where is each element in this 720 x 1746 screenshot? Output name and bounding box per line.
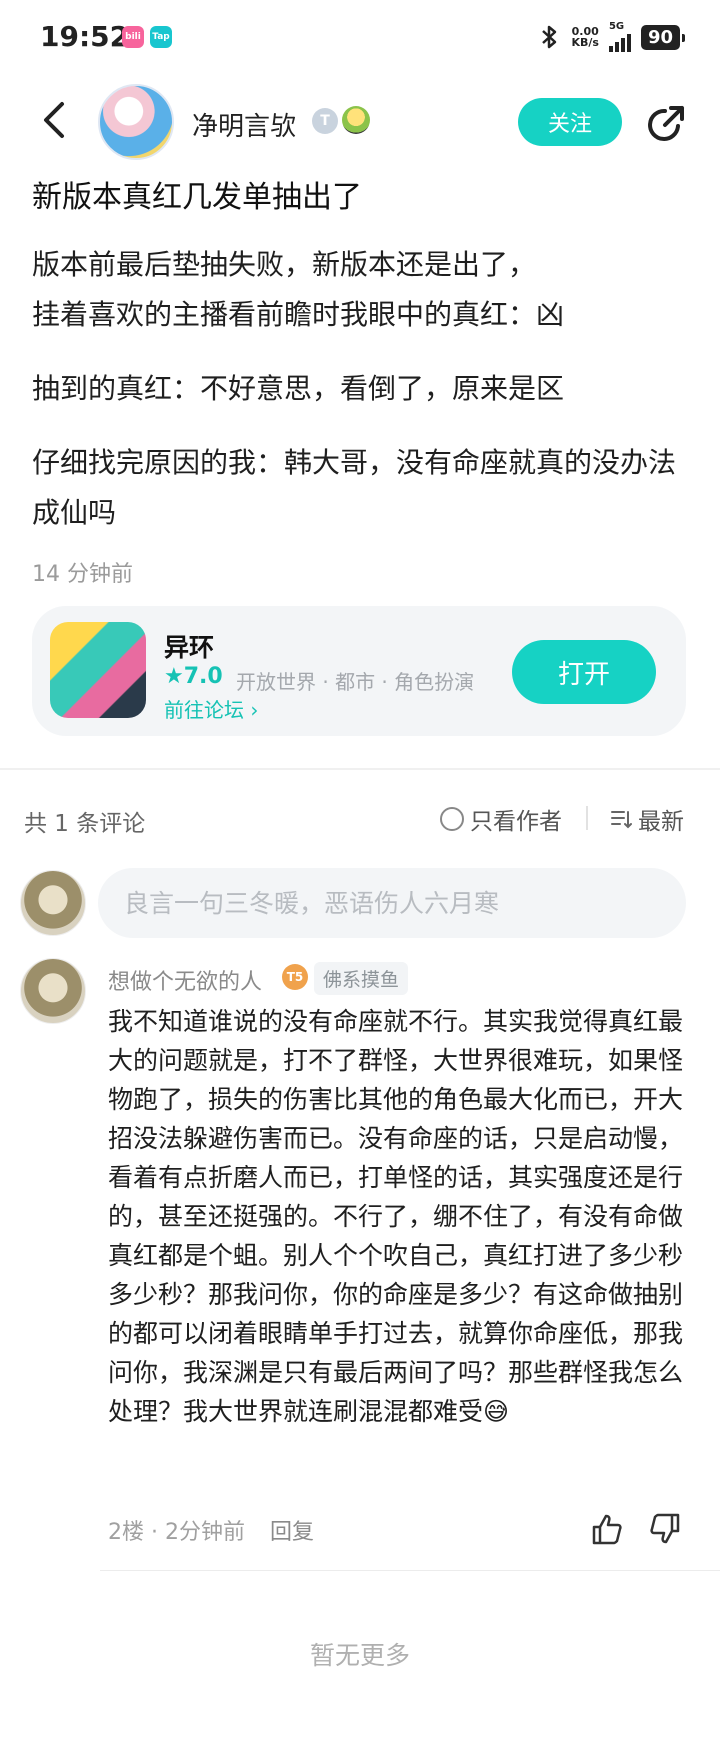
comment-divider	[100, 1570, 720, 1571]
thumbs-down-icon[interactable]	[648, 1512, 682, 1546]
sort-label: 最新	[638, 809, 684, 835]
comment-count: 共 1 条评论	[24, 811, 146, 837]
bilibili-app-icon: bili	[122, 26, 144, 48]
game-tags: 开放世界 · 都市 · 角色扮演	[236, 670, 475, 694]
open-game-button[interactable]: 打开	[512, 640, 656, 704]
post-paragraph: 仔细找完原因的我：韩大哥，没有命座就真的没办法成仙吗	[32, 446, 677, 529]
follow-button[interactable]: 关注	[518, 98, 622, 146]
author-only-toggle[interactable]: 只看作者	[440, 802, 562, 836]
sort-button[interactable]: 最新	[610, 802, 684, 836]
game-name: 异环	[164, 633, 215, 662]
net-speed: 0.00 KB/s	[571, 26, 598, 48]
no-more-text: 暂无更多	[309, 1641, 410, 1670]
author-only-label: 只看作者	[470, 809, 562, 835]
post-body: 版本前最后垫抽失败，新版本还是出了， 挂着喜欢的主播看前瞻时我眼中的真红：凶 抽…	[32, 240, 692, 562]
comment-meta: 2楼 · 2分钟前	[108, 1520, 245, 1545]
bluetooth-icon	[542, 25, 557, 49]
net-speed-unit: KB/s	[571, 36, 599, 49]
reply-button[interactable]: 回复	[270, 1514, 314, 1546]
commenter-avatar[interactable]	[20, 958, 86, 1024]
network-type: 5G	[608, 21, 625, 32]
radio-circle-icon	[440, 807, 464, 831]
post-paragraph: 版本前最后垫抽失败，新版本还是出了， 挂着喜欢的主播看前瞻时我眼中的真红：凶	[32, 248, 565, 331]
comment-input[interactable]	[98, 868, 686, 938]
level-badge: T	[312, 108, 338, 134]
tap-app-icon: Tap	[150, 26, 172, 48]
commenter-tag: 佛系摸鱼	[314, 962, 409, 995]
forum-link[interactable]: 前往论坛 ›	[164, 694, 258, 723]
status-time: 19:52	[40, 20, 130, 53]
thumbs-up-icon[interactable]	[590, 1512, 624, 1546]
post-timestamp: 14 分钟前	[32, 562, 133, 587]
commenter-level-badge: T5	[282, 964, 308, 990]
current-user-avatar	[20, 870, 86, 936]
post-paragraph: 抽到的真红：不好意思，看倒了，原来是区	[32, 372, 565, 405]
status-indicators: 0.00 KB/s 5G 90	[539, 21, 686, 52]
share-icon[interactable]	[644, 104, 686, 146]
section-divider	[0, 768, 720, 770]
game-icon[interactable]	[50, 622, 146, 718]
author-avatar[interactable]	[98, 84, 174, 160]
author-username[interactable]: 净明言欤	[192, 106, 296, 143]
sort-icon	[611, 811, 632, 829]
character-badge-icon	[342, 106, 370, 134]
comment-text: 我不知道谁说的没有命座就不行。其实我觉得真红最大的问题就是，打不了群怪，大世界很…	[108, 1007, 684, 1426]
cellular-signal: 5G	[608, 21, 631, 52]
game-rating: ★7.0	[164, 664, 223, 689]
battery-indicator: 90	[640, 24, 686, 50]
header-separator	[586, 806, 588, 830]
signal-bars-icon	[608, 32, 631, 52]
commenter-name[interactable]: 想做个无欲的人	[108, 964, 262, 996]
post-title: 新版本真红几发单抽出了	[32, 180, 362, 215]
back-arrow-icon[interactable]	[38, 100, 72, 140]
